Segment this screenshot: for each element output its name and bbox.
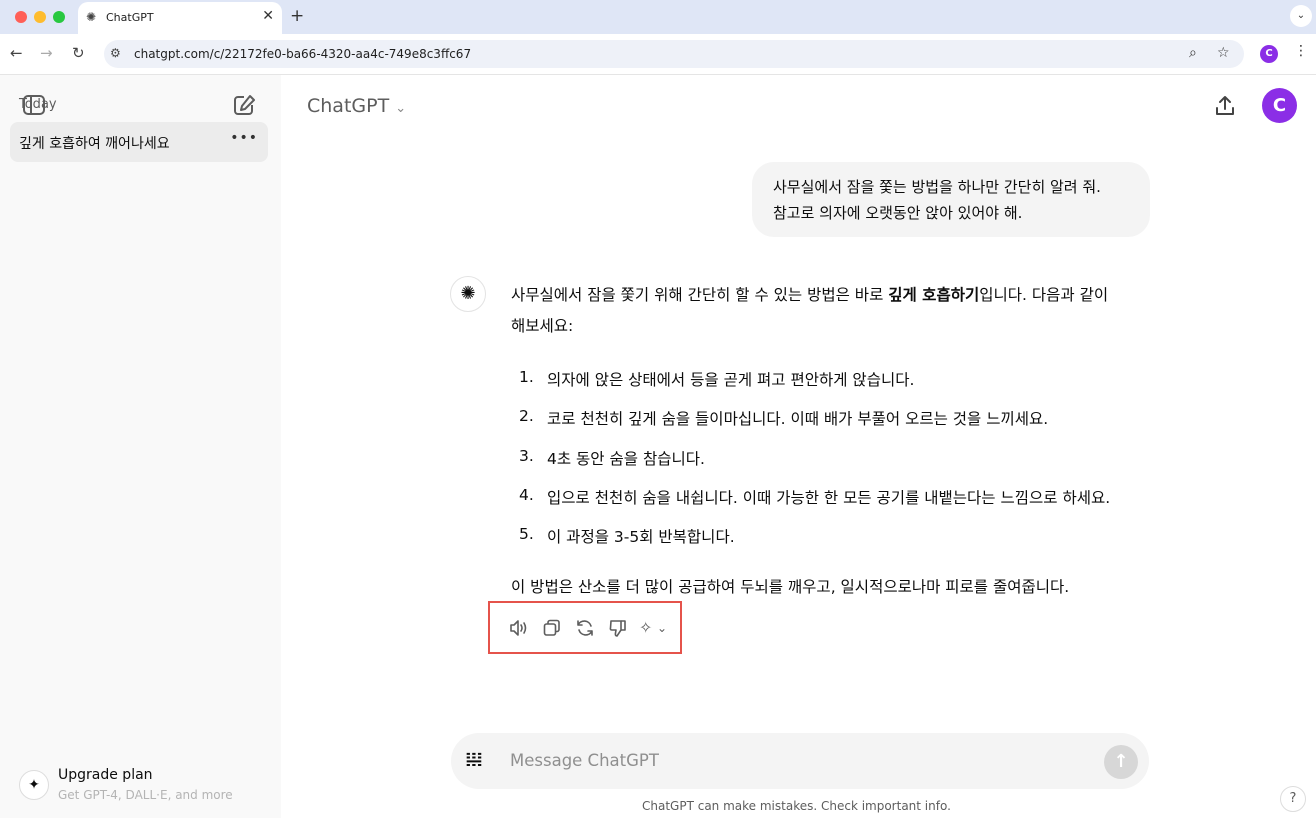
browser-profile-avatar[interactable]: C bbox=[1260, 45, 1278, 63]
assistant-intro-line2: 해보세요: bbox=[511, 317, 574, 335]
message-composer[interactable]: 𝍐 Message ChatGPT ↑ bbox=[451, 733, 1149, 789]
sidebar bbox=[0, 75, 281, 818]
change-model-sparkle-icon[interactable]: ✧ bbox=[639, 618, 652, 637]
regenerate-icon[interactable] bbox=[575, 619, 595, 637]
assistant-conclusion: 이 방법은 산소를 더 많이 공급하여 두뇌를 깨우고, 일시적으로나마 피로를… bbox=[511, 578, 1070, 596]
forward-arrow-icon[interactable]: → bbox=[40, 44, 53, 62]
upgrade-plan-title: Upgrade plan bbox=[58, 767, 153, 783]
intro-text: 사무실에서 잠을 쫓기 위해 간단히 할 수 있는 방법은 바로 bbox=[511, 286, 889, 304]
copy-icon[interactable] bbox=[543, 619, 561, 637]
conversation-options-icon[interactable]: ••• bbox=[230, 130, 258, 146]
intro-text-end: 입니다. 다음과 같이 bbox=[979, 286, 1109, 304]
message-input[interactable]: Message ChatGPT bbox=[510, 751, 659, 770]
tab-title: ChatGPT bbox=[106, 11, 154, 24]
address-bar[interactable]: ⚙ chatgpt.com/c/22172fe0-ba66-4320-aa4c-… bbox=[104, 40, 1244, 68]
step-number: 2. bbox=[519, 407, 534, 425]
zoom-window-button[interactable] bbox=[53, 11, 65, 23]
bookmark-star-icon[interactable]: ☆ bbox=[1217, 45, 1230, 61]
close-tab-icon[interactable]: ✕ bbox=[262, 8, 274, 24]
tab-search-chevron-icon[interactable]: ⌄ bbox=[1290, 5, 1312, 27]
back-arrow-icon[interactable]: ← bbox=[10, 44, 23, 62]
browser-tab-bar: ✺ ChatGPT ✕ + ⌄ bbox=[0, 0, 1316, 34]
new-chat-icon[interactable] bbox=[233, 94, 257, 116]
conversation-title: 깊게 호흡하여 깨어나세요 bbox=[19, 136, 170, 152]
step-text: 의자에 앉은 상태에서 등을 곧게 펴고 편안하게 앉습니다. bbox=[547, 371, 915, 389]
step-number: 1. bbox=[519, 368, 534, 386]
chatgpt-logo-icon: ✺ bbox=[450, 276, 486, 312]
disclaimer-text: ChatGPT can make mistakes. Check importa… bbox=[642, 799, 951, 813]
step-text: 입으로 천천히 숨을 내쉽니다. 이때 가능한 한 모든 공기를 내뱉는다는 느… bbox=[547, 489, 1111, 507]
browser-toolbar: ← → ↻ ⚙ chatgpt.com/c/22172fe0-ba66-4320… bbox=[0, 34, 1316, 75]
step-number: 5. bbox=[519, 525, 534, 543]
share-icon[interactable] bbox=[1213, 94, 1237, 118]
read-aloud-icon[interactable] bbox=[508, 619, 530, 637]
chatgpt-favicon-icon: ✺ bbox=[86, 10, 97, 24]
step-number: 4. bbox=[519, 486, 534, 504]
minimize-window-button[interactable] bbox=[34, 11, 46, 23]
step-number: 3. bbox=[519, 447, 534, 465]
intro-bold: 깊게 호흡하기 bbox=[888, 286, 980, 304]
step-text: 4초 동안 숨을 참습니다. bbox=[547, 450, 705, 468]
assistant-intro: 사무실에서 잠을 쫓기 위해 간단히 할 수 있는 방법은 바로 깊게 호흡하기… bbox=[511, 280, 1141, 311]
attach-paperclip-icon[interactable]: 𝍐 bbox=[465, 747, 483, 771]
user-message-line: 참고로 의자에 오랫동안 앉아 있어야 해. bbox=[773, 204, 1023, 222]
url-text: chatgpt.com/c/22172fe0-ba66-4320-aa4c-74… bbox=[134, 47, 472, 61]
zoom-icon[interactable]: ⌕ bbox=[1189, 45, 1197, 61]
sidebar-section-today: Today bbox=[19, 97, 57, 112]
chevron-down-icon[interactable]: ⌄ bbox=[657, 621, 667, 635]
new-tab-icon[interactable]: + bbox=[290, 6, 304, 26]
thumbs-down-icon[interactable] bbox=[608, 619, 628, 638]
sidebar-conversation-item[interactable]: 깊게 호흡하여 깨어나세요 ••• bbox=[10, 122, 268, 162]
step-text: 코로 천천히 깊게 숨을 들이마십니다. 이때 배가 부풀어 오르는 것을 느끼… bbox=[547, 410, 1049, 428]
chevron-down-icon: ⌄ bbox=[395, 101, 407, 116]
reload-icon[interactable]: ↻ bbox=[72, 44, 85, 62]
site-settings-icon[interactable]: ⚙ bbox=[110, 46, 121, 60]
user-avatar[interactable]: C bbox=[1262, 88, 1297, 123]
browser-menu-icon[interactable]: ⋮ bbox=[1294, 43, 1308, 59]
model-name: ChatGPT bbox=[307, 95, 390, 117]
send-button[interactable]: ↑ bbox=[1104, 745, 1138, 779]
upgrade-plan-subtitle: Get GPT-4, DALL·E, and more bbox=[58, 788, 233, 802]
close-window-button[interactable] bbox=[15, 11, 27, 23]
sparkles-icon: ✦ bbox=[19, 770, 49, 800]
step-text: 이 과정을 3-5회 반복합니다. bbox=[547, 528, 735, 546]
browser-tab[interactable]: ✺ ChatGPT ✕ bbox=[78, 2, 282, 34]
model-selector[interactable]: ChatGPT ⌄ bbox=[307, 95, 406, 117]
user-message: 사무실에서 잠을 쫓는 방법을 하나만 간단히 알려 줘. 참고로 의자에 오랫… bbox=[752, 162, 1150, 237]
help-button[interactable]: ? bbox=[1280, 786, 1306, 812]
user-message-line: 사무실에서 잠을 쫓는 방법을 하나만 간단히 알려 줘. bbox=[773, 178, 1101, 196]
